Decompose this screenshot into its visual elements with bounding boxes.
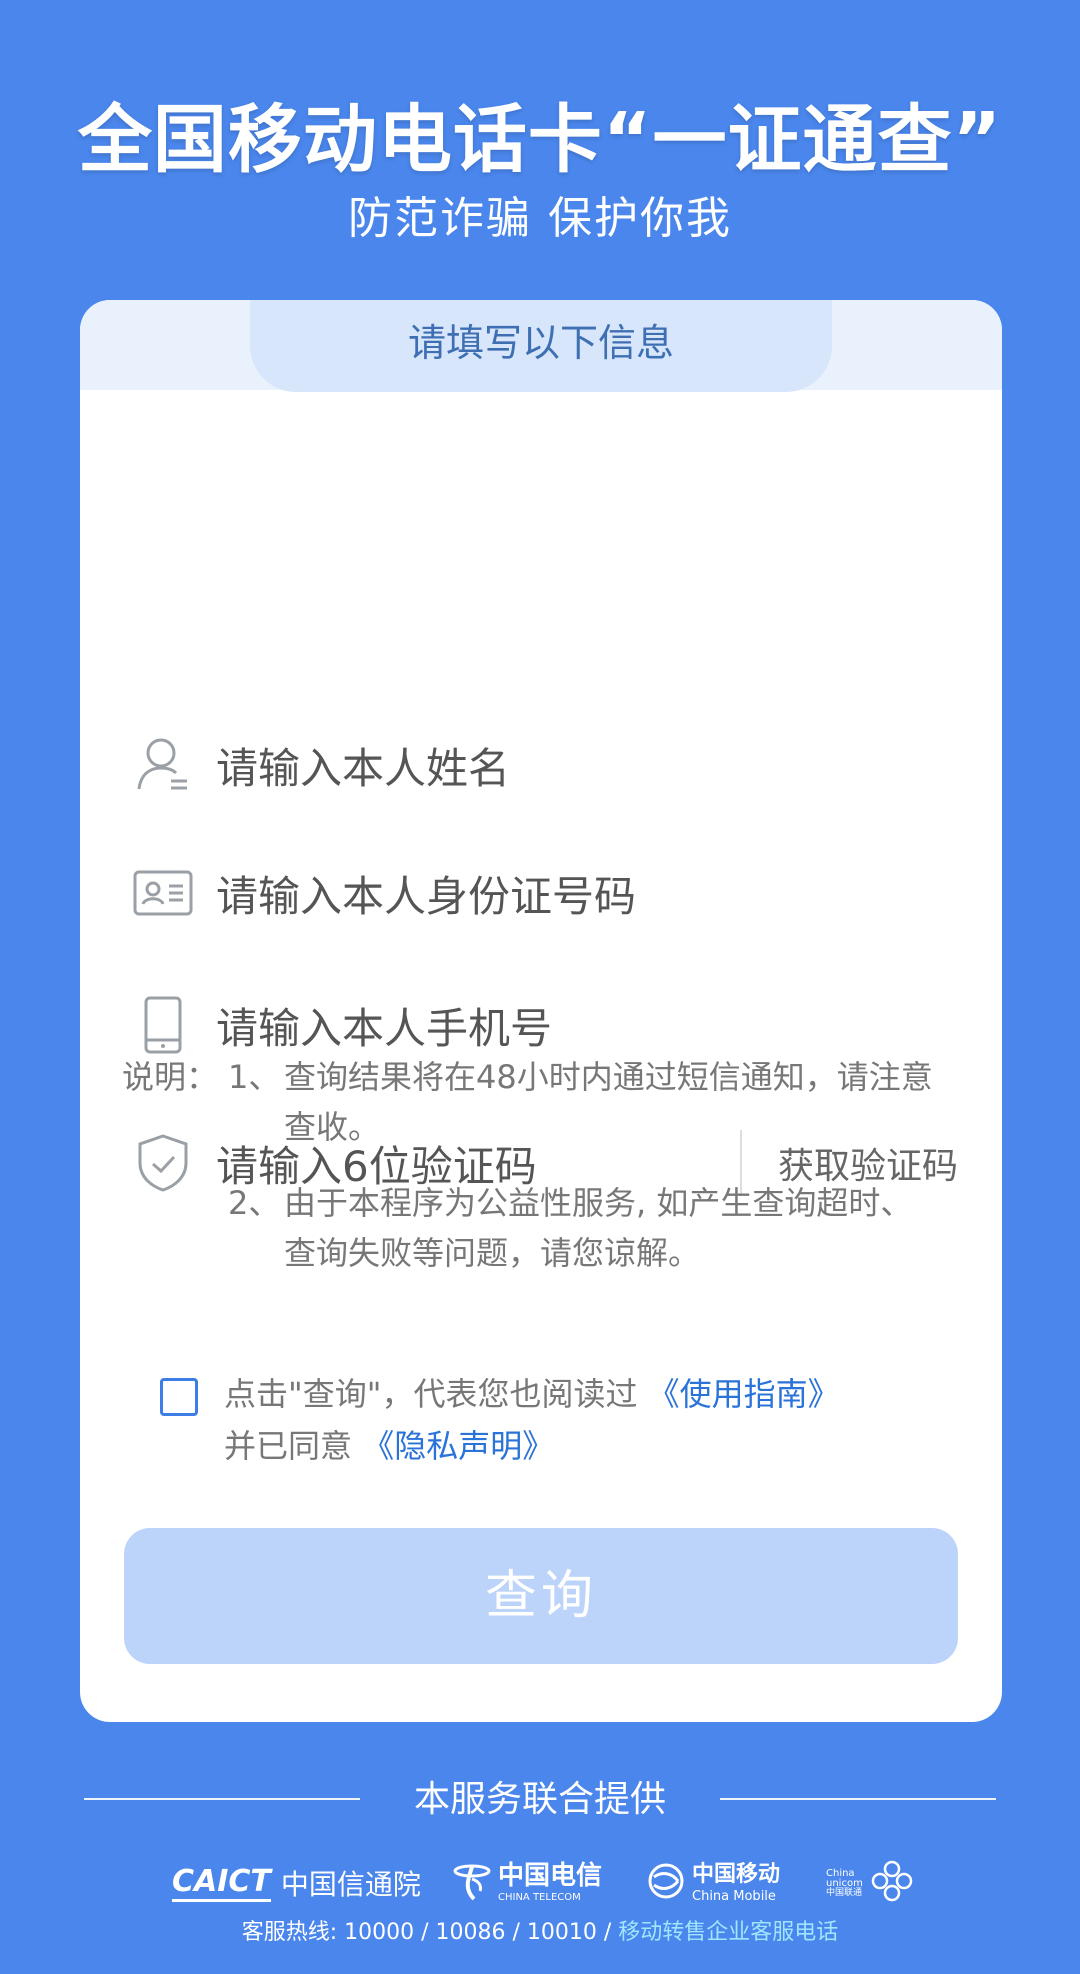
unicom-logo-cn: 中国联通 [826,1887,863,1898]
id-field[interactable]: 请输入本人身份证号码 [128,848,958,938]
telecom-logo-en: CHINA TELECOM [498,1892,581,1903]
agreement-row: 点击"查询"，代表您也阅读过 《使用指南》 并已同意 《隐私声明》 [160,1368,940,1472]
footer-title: 本服务联合提供 [413,1779,666,1820]
name-field[interactable]: 请输入本人姓名 [128,720,958,810]
agreement-prefix: 点击"查询"，代表您也阅读过 [224,1375,648,1413]
instruction-item: 1、 查询结果将在48小时内通过短信通知，请注意查收。 [228,1052,934,1152]
form-heading: 请填写以下信息 [250,300,832,392]
instruction-text: 查询结果将在48小时内通过短信通知，请注意查收。 [284,1058,933,1146]
caict-logo-cn: 中国信通院 [280,1868,421,1901]
caict-logo-en: CAICT [172,1864,271,1902]
telecom-icon [452,1859,492,1907]
phone-icon [128,990,198,1060]
privacy-policy-link[interactable]: 《隐私声明》 [362,1427,554,1465]
page-title: 全国移动电话卡“一证通查” [77,97,1003,183]
phone-input[interactable]: 请输入本人手机号 [216,995,958,1056]
telecom-logo-cn: 中国电信 [498,1861,603,1891]
query-button[interactable]: 查询 [124,1528,958,1664]
hotline: 客服热线: 10000 / 10086 / 10010 / 移动转售企业客服电话 [0,1914,1080,1946]
instruction-number: 1、 [228,1058,281,1096]
footer-divider-right [720,1798,996,1800]
agreement-middle: 并已同意 [224,1427,363,1465]
mvno-hotline-link[interactable]: 移动转售企业客服电话 [618,1920,838,1945]
mobile-icon [646,1861,686,1905]
unicom-knot-icon [870,1859,914,1907]
instructions: 说明： 1、 查询结果将在48小时内通过短信通知，请注意查收。 2、 由于本程序… [122,1052,982,1304]
id-number-input[interactable]: 请输入本人身份证号码 [216,863,958,924]
name-input[interactable]: 请输入本人姓名 [216,735,958,796]
instructions-label: 说明： [122,1058,219,1096]
page-subtitle: 防范诈骗 保护你我 [348,193,732,244]
id-card-icon [128,858,198,928]
hotline-numbers: 客服热线: 10000 / 10086 / 10010 / [241,1920,619,1945]
mobile-logo-cn: 中国移动 [692,1861,781,1887]
mobile-logo-en: China Mobile [692,1888,776,1904]
instruction-item: 2、 由于本程序为公益性服务, 如产生查询超时、查询失败等问题，请您谅解。 [228,1178,934,1278]
agreement-checkbox[interactable] [160,1378,198,1416]
user-guide-link[interactable]: 《使用指南》 [648,1375,840,1413]
instruction-text: 由于本程序为公益性服务, 如产生查询超时、查询失败等问题，请您谅解。 [284,1184,913,1272]
user-icon [128,730,198,800]
form-card: 请填写以下信息 请输入本人姓名 请输入本人身份证号码 请输入本人手机号 请输入6… [80,300,1002,1722]
agreement-text: 点击"查询"，代表您也阅读过 《使用指南》 并已同意 《隐私声明》 [224,1368,840,1472]
unicom-logo-en: China unicom [826,1867,863,1889]
instruction-number: 2、 [228,1184,281,1222]
